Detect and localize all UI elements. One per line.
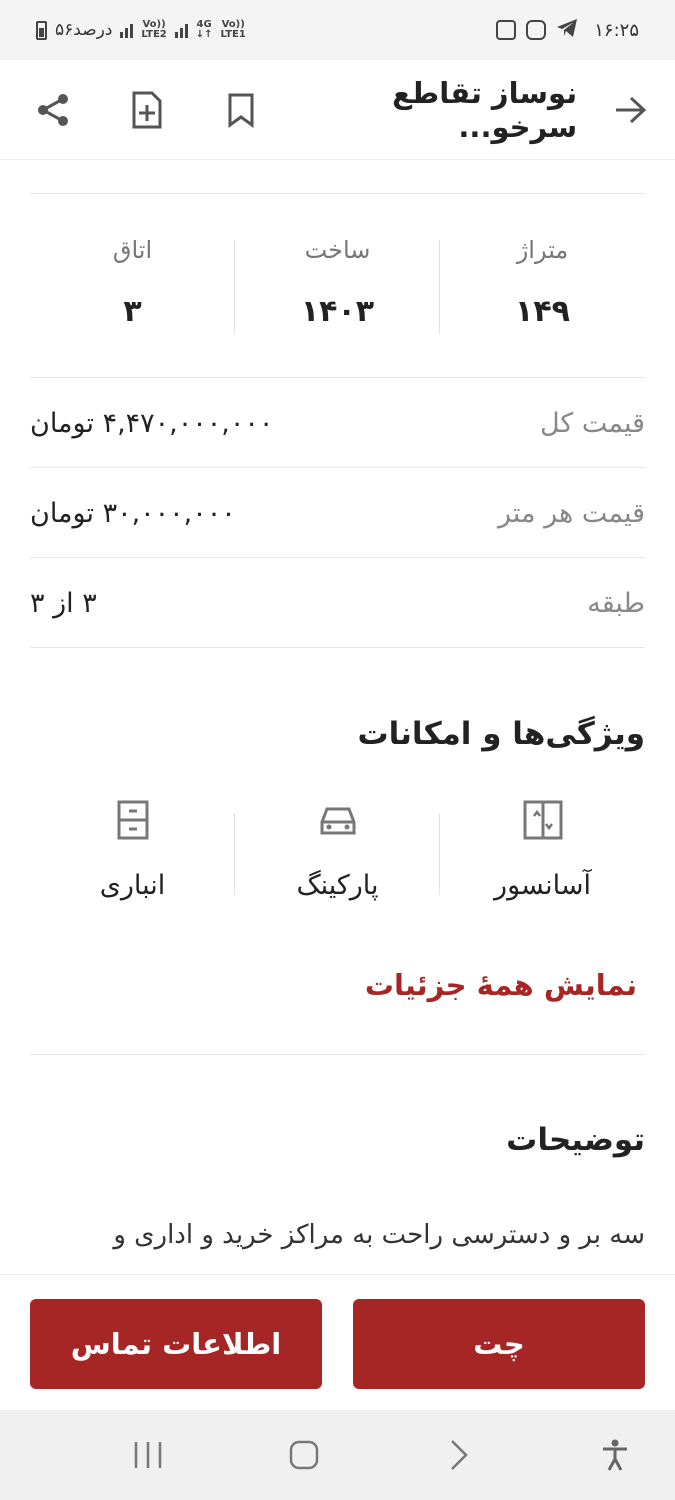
property-stats: متراژ ۱۴۹ ساخت ۱۴۰۳ اتاق ۳ (30, 222, 645, 342)
stat-build-year: ساخت ۱۴۰۳ (235, 222, 440, 342)
signal-icon (120, 22, 134, 38)
car-icon (318, 800, 358, 840)
bottom-action-bar: اطلاعات تماس چت (0, 1274, 675, 1410)
stat-label: اتاق (112, 236, 153, 264)
description-title: توضیحات (506, 1122, 645, 1158)
divider (30, 647, 645, 648)
stat-value: ۳ (123, 294, 142, 329)
sim2-label: Vo)) LTE2 (141, 19, 167, 40)
instagram-icon (526, 20, 547, 40)
battery-icon (36, 20, 47, 40)
network-type: 4G ↓↑ (195, 19, 213, 40)
gallery-icon (496, 20, 517, 40)
storage-icon (113, 800, 153, 840)
feature-label: آسانسور (494, 870, 591, 901)
accessibility-icon[interactable] (595, 1435, 635, 1475)
features-title: ویژگی‌ها و امکانات (357, 716, 646, 752)
header-title-group: نوساز تقاطع سرخو... (264, 76, 653, 144)
detail-value: ۳۰,۰۰۰,۰۰۰ تومان (30, 497, 236, 529)
chat-button[interactable]: چت (353, 1299, 645, 1389)
feature-elevator: آسانسور (440, 795, 645, 905)
detail-row-price-per-meter: قیمت هر متر ۳۰,۰۰۰,۰۰۰ تومان (30, 468, 645, 558)
header-actions (30, 87, 264, 133)
back-icon[interactable] (439, 1435, 479, 1475)
detail-label: طبقه (587, 587, 645, 619)
telegram-icon (556, 18, 578, 43)
detail-label: قیمت کل (539, 407, 645, 439)
scrolled-text-remnant (285, 160, 345, 166)
stat-area: متراژ ۱۴۹ (440, 222, 645, 342)
detail-label: قیمت هر متر (498, 497, 645, 529)
back-arrow-icon[interactable] (607, 87, 653, 133)
add-note-icon[interactable] (124, 87, 170, 133)
stat-value: ۱۴۰۳ (300, 294, 375, 329)
show-all-details-link[interactable]: نمایش همهٔ جزئیات (365, 968, 637, 1002)
stat-rooms: اتاق ۳ (30, 222, 235, 342)
detail-row-floor: طبقه ۳ از ۳ (30, 558, 645, 648)
detail-value: ۴,۴۷۰,۰۰۰,۰۰۰ تومان (30, 407, 274, 439)
system-nav-bar (0, 1410, 675, 1500)
detail-value: ۳ از ۳ (30, 587, 97, 619)
divider (30, 193, 645, 194)
battery-text: ۵۶درصد (55, 20, 113, 40)
sim1-label: Vo)) LTE1 (220, 19, 246, 40)
status-bar: ۵۶درصد Vo)) LTE2 4G ↓↑ Vo)) LTE1 ۱۶:۲۵ (0, 0, 675, 60)
detail-row-total-price: قیمت کل ۴,۴۷۰,۰۰۰,۰۰۰ تومان (30, 378, 645, 468)
status-right: ۱۶:۲۵ (496, 18, 639, 43)
features-list: آسانسور پارکینگ انباری (30, 795, 645, 905)
app-header: نوساز تقاطع سرخو... (0, 60, 675, 160)
recent-apps-icon[interactable] (128, 1435, 168, 1475)
feature-parking: پارکینگ (235, 795, 440, 905)
contact-info-button[interactable]: اطلاعات تماس (30, 1299, 322, 1389)
home-icon[interactable] (284, 1435, 324, 1475)
elevator-icon (523, 800, 563, 840)
page-title: نوساز تقاطع سرخو... (392, 75, 578, 144)
feature-label: پارکینگ (296, 870, 379, 901)
feature-storage: انباری (30, 795, 235, 905)
signal-icon (174, 22, 188, 38)
divider (30, 1054, 645, 1055)
stat-label: متراژ (516, 236, 569, 264)
status-left: ۵۶درصد Vo)) LTE2 4G ↓↑ Vo)) LTE1 (36, 20, 246, 40)
stat-label: ساخت (304, 236, 371, 264)
bookmark-icon[interactable] (218, 87, 264, 133)
clock: ۱۶:۲۵ (594, 19, 639, 41)
stat-value: ۱۴۹ (515, 294, 570, 329)
feature-label: انباری (99, 870, 166, 901)
share-icon[interactable] (30, 87, 76, 133)
description-text: سه بر و دسترسی راحت به مراکز خرید و ادار… (113, 1220, 645, 1250)
